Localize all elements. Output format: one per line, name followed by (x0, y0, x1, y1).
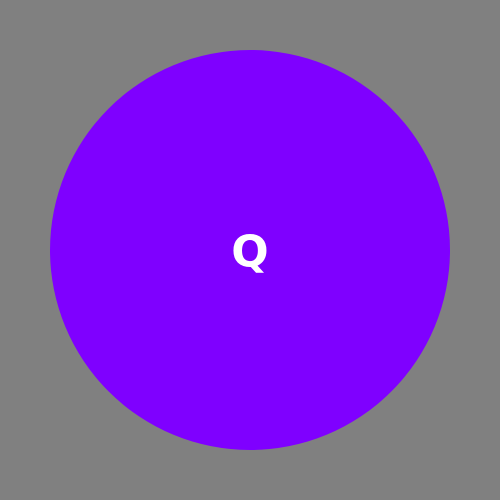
avatar[interactable]: Q (50, 50, 450, 450)
avatar-initial: Q (231, 226, 269, 278)
avatar-canvas: Q (0, 0, 500, 500)
